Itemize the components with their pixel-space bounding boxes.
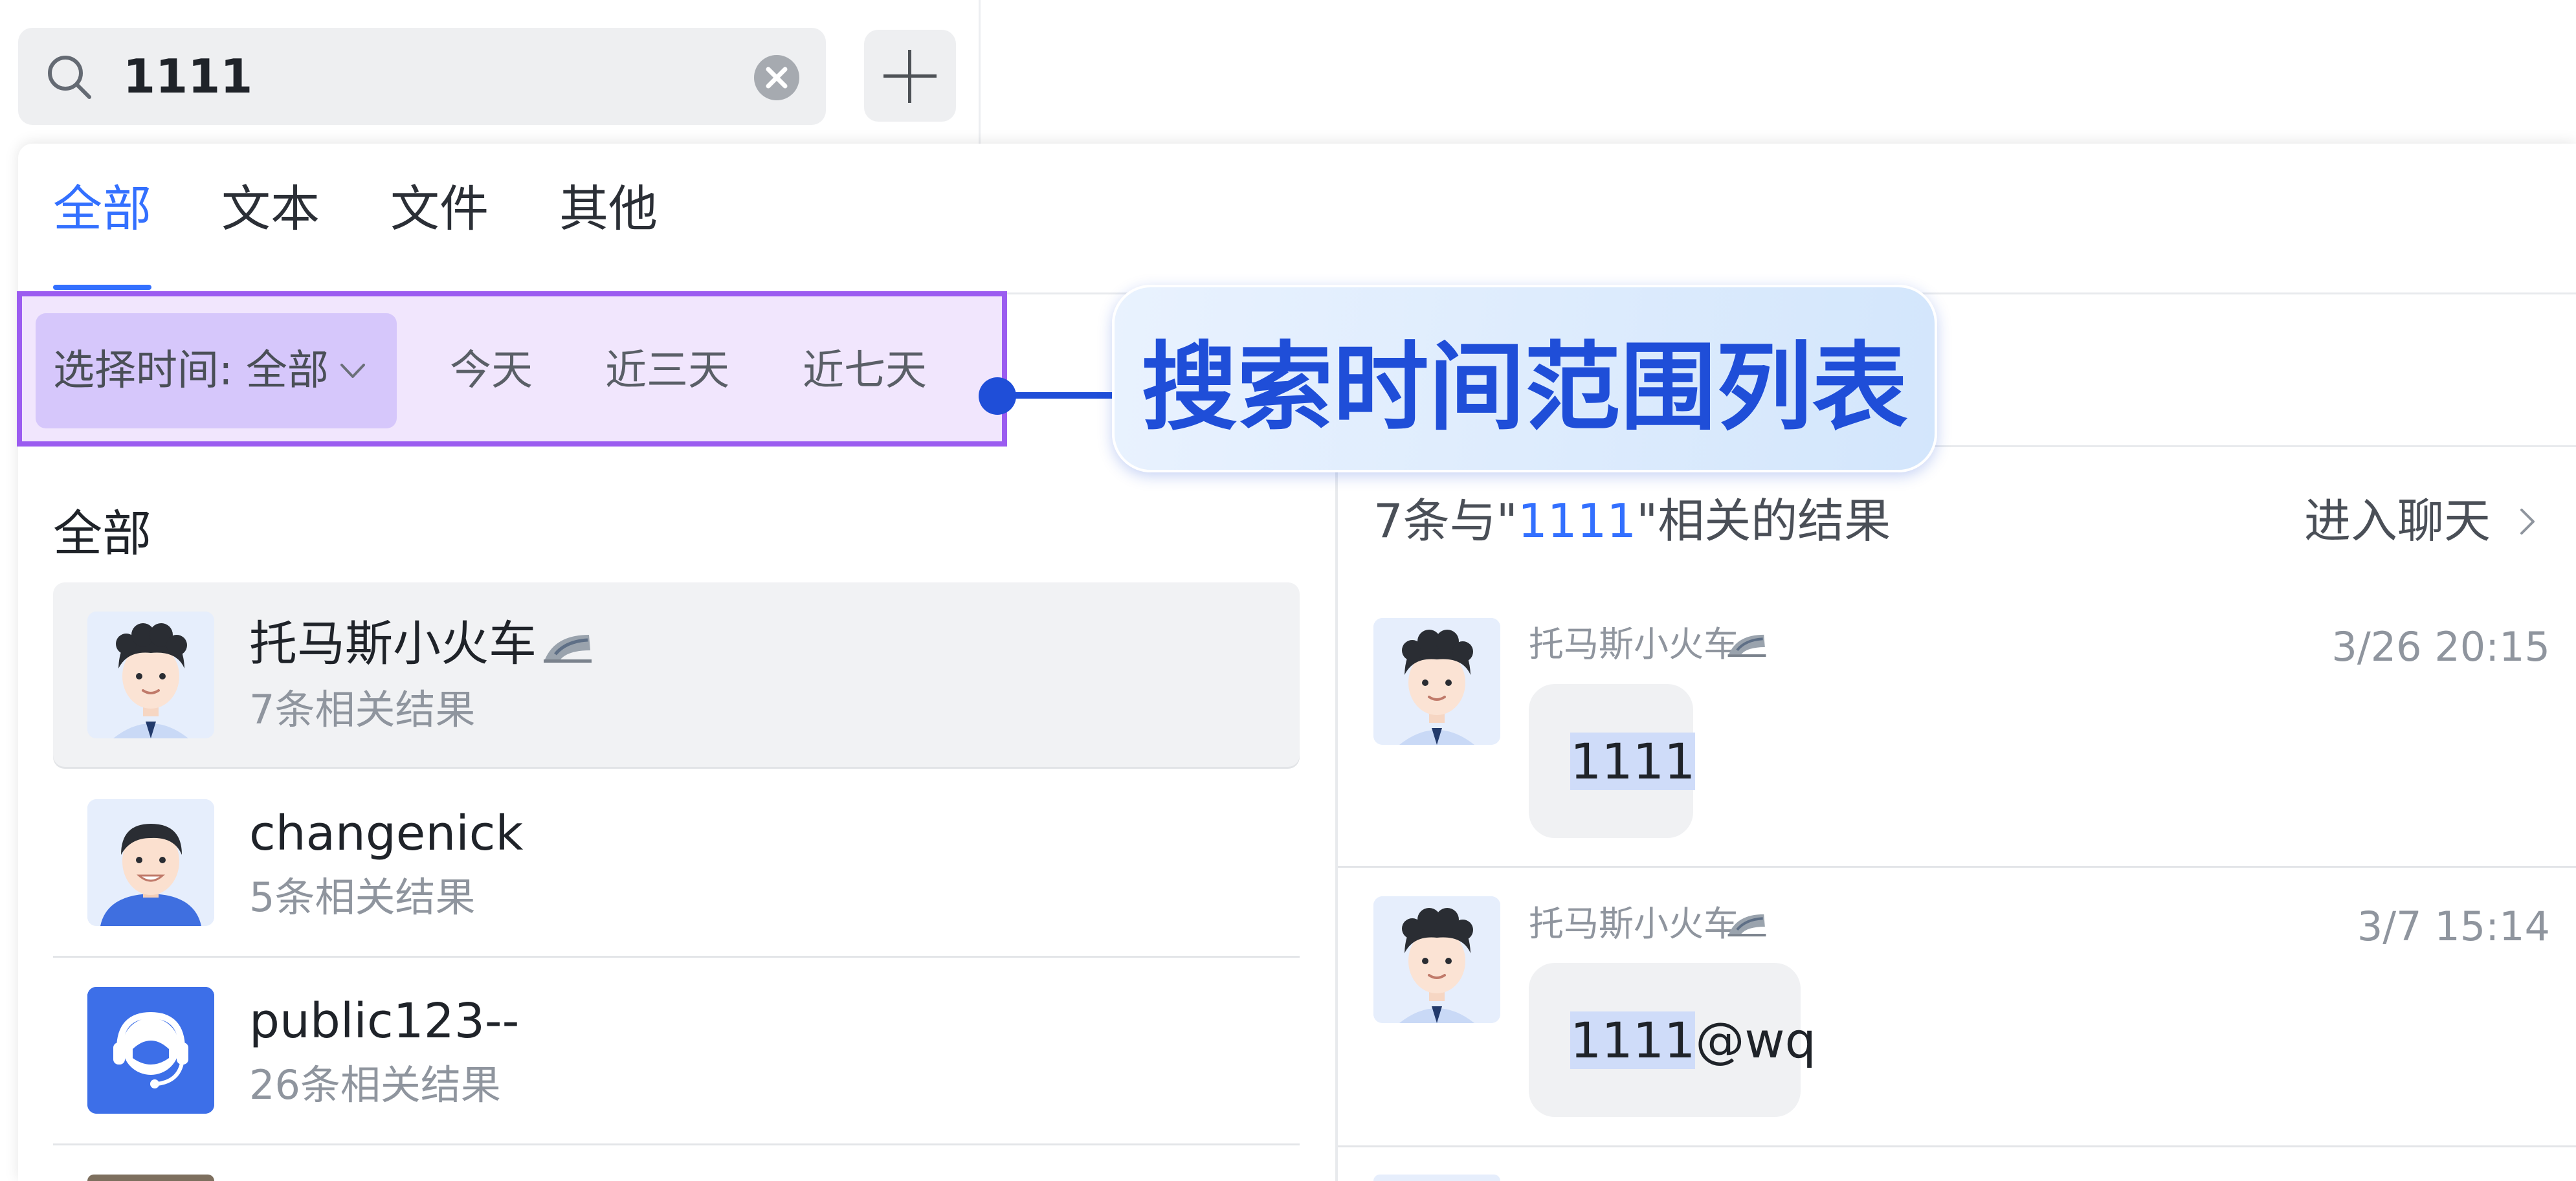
tab-all[interactable]: 全部: [53, 173, 151, 245]
avatar: [87, 987, 214, 1114]
add-button[interactable]: [864, 30, 956, 122]
time-option-7days[interactable]: 近七天: [803, 342, 927, 400]
message-bubble[interactable]: 1111 @wq: [1529, 963, 1816, 1117]
message-sender: 托马斯小火车: [1529, 624, 1738, 665]
item-name: changenick: [249, 806, 524, 861]
item-result-count: 7条相关结果: [249, 686, 476, 733]
message-text: 1111: [1570, 684, 1696, 838]
chevron-right-icon[interactable]: [2511, 503, 2544, 540]
active-tab-indicator: [53, 285, 151, 290]
cartoon-boy-avatar: [1373, 896, 1500, 1023]
avatar: [1373, 618, 1500, 745]
result-count-text: 7条与"1111"相关的结果: [1373, 489, 1891, 553]
message-time: 3/7 15:14: [2357, 903, 2550, 950]
message-time: 3/26 20:15: [2331, 623, 2550, 670]
message-text-rest: @wq: [1695, 1011, 1816, 1069]
tab-files[interactable]: 文件: [390, 173, 489, 245]
avatar: [87, 612, 214, 738]
item-result-count: 26条相关结果: [249, 1061, 501, 1109]
avatar: [87, 1175, 214, 1181]
cartoon-boy-avatar: [87, 612, 214, 738]
tab-text[interactable]: 文本: [221, 173, 320, 245]
item-name: 托马斯小火车: [249, 616, 537, 672]
chevron-down-icon: [340, 364, 365, 378]
time-select-label: 选择时间: 全部: [53, 347, 329, 395]
row-divider: [53, 1143, 1300, 1145]
message-bubble[interactable]: 1111: [1529, 684, 1696, 838]
search-input[interactable]: 1111: [123, 45, 252, 107]
cartoon-boy-avatar: [1373, 618, 1500, 745]
section-label: 全部: [53, 505, 151, 562]
search-icon: [48, 56, 91, 99]
train-emoji-icon: [544, 635, 592, 663]
item-name: public123--: [249, 993, 520, 1049]
callout-line: [1010, 392, 1113, 399]
cartoon-man-avatar: [87, 799, 214, 926]
row-divider: [53, 956, 1300, 958]
avatar: [1373, 1175, 1500, 1181]
list-item[interactable]: [53, 582, 1300, 767]
results-divider: [1335, 447, 1338, 1181]
keyword-highlight: 1111: [1570, 1011, 1696, 1069]
train-emoji-icon: [1727, 634, 1766, 657]
time-option-today[interactable]: 今天: [450, 342, 533, 400]
result-count-prefix: 7条与": [1373, 494, 1518, 548]
message-text: 1111 @wq: [1570, 963, 1816, 1117]
avatar: [1373, 896, 1500, 1023]
annotation-text: 搜索时间范围列表: [1141, 331, 1908, 443]
item-result-count: 5条相关结果: [249, 874, 476, 921]
message-sender: 托马斯小火车: [1529, 903, 1738, 944]
enter-chat-link[interactable]: 进入聊天: [2304, 489, 2491, 553]
column-divider: [979, 0, 981, 149]
keyword-highlight: 1111: [1570, 732, 1696, 790]
clear-icon[interactable]: [753, 54, 801, 102]
time-option-3days[interactable]: 近三天: [605, 342, 729, 400]
tab-other[interactable]: 其他: [559, 173, 658, 245]
result-count-suffix: "相关的结果: [1636, 494, 1891, 548]
message-divider: [1338, 866, 2576, 868]
result-keyword: 1111: [1517, 494, 1637, 548]
support-headset-avatar: [87, 987, 214, 1114]
message-divider: [1338, 1145, 2576, 1147]
train-emoji-icon: [1727, 914, 1766, 937]
avatar: [87, 799, 214, 926]
